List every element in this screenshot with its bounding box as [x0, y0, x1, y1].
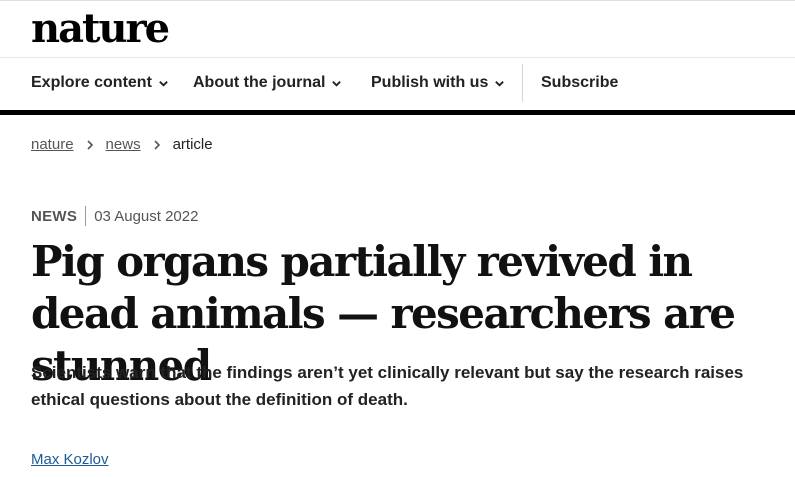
chevron-right-icon	[154, 139, 160, 150]
chevron-down-icon	[495, 80, 505, 87]
nav-subscribe[interactable]: Subscribe	[541, 56, 618, 110]
chevron-down-icon	[159, 80, 168, 87]
chevron-down-icon	[332, 80, 342, 87]
site-header: nature	[0, 0, 795, 58]
article-type: NEWS	[31, 207, 78, 225]
breadcrumb: nature news article	[31, 136, 213, 153]
publish-date: 03 August 2022	[94, 207, 199, 225]
breadcrumb-link-news[interactable]: news	[106, 136, 141, 153]
author-link[interactable]: Max Kozlov	[31, 451, 109, 468]
breadcrumb-link-nature[interactable]: nature	[31, 136, 74, 153]
nav-item-label: About the journal	[193, 74, 326, 91]
article-meta: NEWS 03 August 2022	[31, 206, 198, 226]
nav-divider	[522, 64, 523, 102]
meta-divider	[85, 206, 87, 226]
nav-item-label: Explore content	[31, 74, 152, 91]
nav-publish-with-us[interactable]: Publish with us	[371, 56, 505, 110]
nav-item-label: Publish with us	[371, 74, 489, 91]
nature-logo[interactable]: nature	[31, 5, 170, 53]
main-nav: Explore content About the journal Publis…	[0, 56, 795, 115]
nav-explore-content[interactable]: Explore content	[31, 56, 169, 110]
nav-about-the-journal[interactable]: About the journal	[193, 56, 342, 110]
article-standfirst: Scientists warn that the findings aren’t…	[31, 363, 744, 409]
breadcrumb-current: article	[172, 136, 213, 153]
nav-item-label: Subscribe	[541, 74, 619, 91]
chevron-right-icon	[86, 139, 93, 150]
